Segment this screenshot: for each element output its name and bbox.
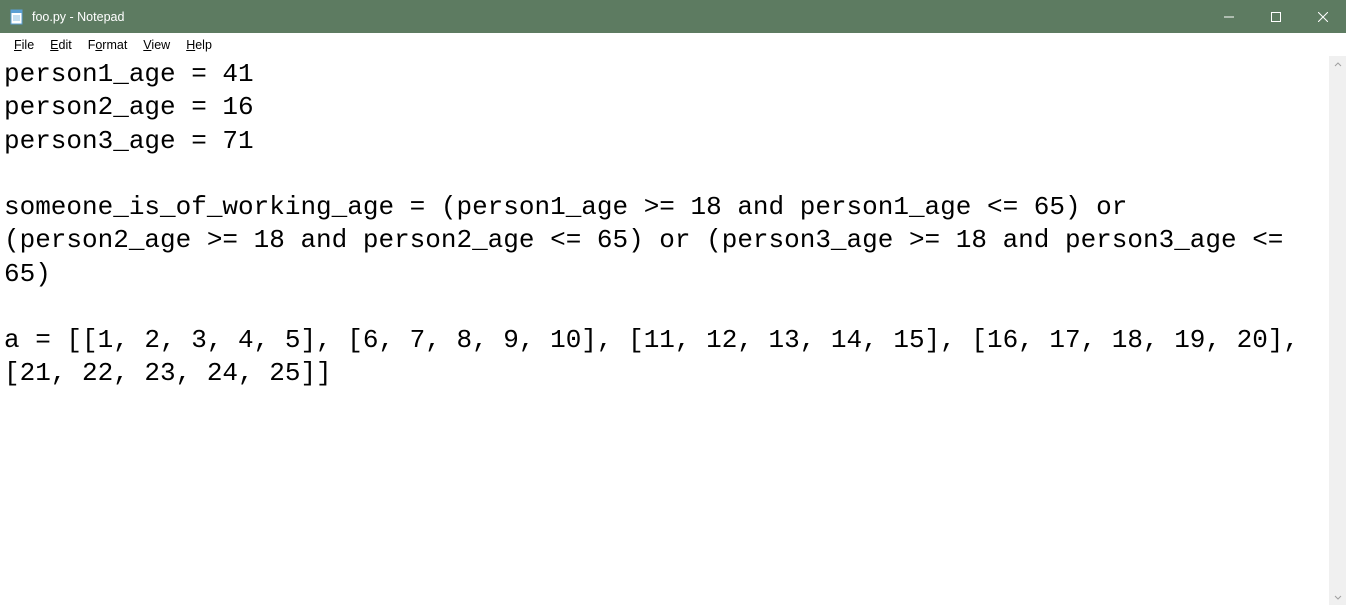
vertical-scrollbar[interactable] bbox=[1329, 56, 1346, 605]
close-button[interactable] bbox=[1299, 0, 1346, 33]
scroll-up-arrow[interactable] bbox=[1329, 56, 1346, 73]
maximize-button[interactable] bbox=[1252, 0, 1299, 33]
minimize-button[interactable] bbox=[1205, 0, 1252, 33]
scroll-down-arrow[interactable] bbox=[1329, 588, 1346, 605]
menubar: File Edit Format View Help bbox=[0, 33, 1346, 56]
menu-help[interactable]: Help bbox=[178, 36, 220, 54]
titlebar[interactable]: foo.py - Notepad bbox=[0, 0, 1346, 33]
scrollbar-track[interactable] bbox=[1329, 73, 1346, 588]
window-title: foo.py - Notepad bbox=[32, 10, 1205, 24]
menu-edit[interactable]: Edit bbox=[42, 36, 80, 54]
menu-file[interactable]: File bbox=[6, 36, 42, 54]
text-editor[interactable]: person1_age = 41 person2_age = 16 person… bbox=[0, 56, 1329, 605]
content-area: person1_age = 41 person2_age = 16 person… bbox=[0, 56, 1346, 605]
menu-view[interactable]: View bbox=[135, 36, 178, 54]
window-controls bbox=[1205, 0, 1346, 33]
notepad-icon bbox=[9, 9, 25, 25]
menu-format[interactable]: Format bbox=[80, 36, 136, 54]
